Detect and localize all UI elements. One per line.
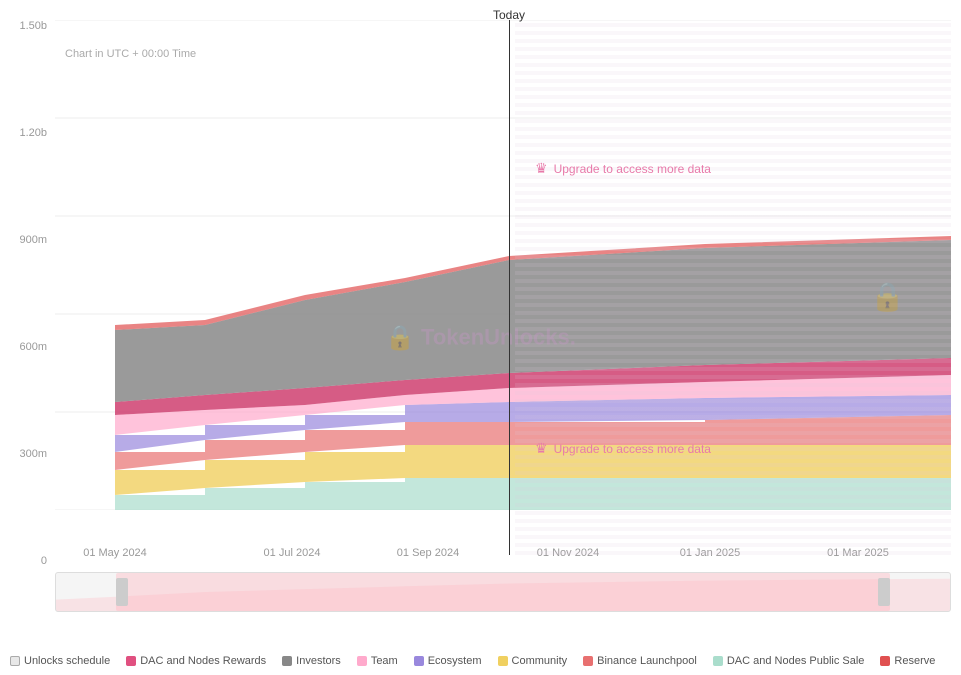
legend-label-community: Community	[512, 655, 568, 667]
legend-item-dac-rewards: DAC and Nodes Rewards	[126, 655, 266, 667]
legend-item-dac-public: DAC and Nodes Public Sale	[713, 655, 865, 667]
legend-dot-team	[357, 656, 367, 666]
crown-icon-top: ♛	[535, 160, 548, 177]
legend-label-unlocks: Unlocks schedule	[24, 655, 110, 667]
scrollbar-handle-left[interactable]	[116, 578, 128, 606]
legend-label-binance: Binance Launchpool	[597, 655, 697, 667]
watermark: 🔒 TokenUnlocks.	[385, 323, 576, 352]
watermark-lock-icon: 🔒	[385, 323, 415, 352]
lock-watermark-right: 🔒	[870, 280, 905, 313]
legend-dot-investors	[282, 656, 292, 666]
upgrade-top-box[interactable]: ♛ Upgrade to access more data	[535, 160, 711, 177]
scrollbar-area[interactable]	[55, 572, 951, 612]
crown-icon-bottom: ♛	[535, 440, 548, 457]
upgrade-bottom-box[interactable]: ♛ Upgrade to access more data	[535, 440, 711, 457]
y-label-120b: 1.20b	[19, 127, 47, 139]
y-label-300m: 300m	[19, 448, 47, 460]
legend-item-community: Community	[498, 655, 568, 667]
legend-item-ecosystem: Ecosystem	[414, 655, 482, 667]
legend-dot-unlocks	[10, 656, 20, 666]
legend-label-dac-rewards: DAC and Nodes Rewards	[140, 655, 266, 667]
legend-label-dac-public: DAC and Nodes Public Sale	[727, 655, 865, 667]
y-label-0: 0	[41, 555, 47, 567]
y-label-600m: 600m	[19, 341, 47, 353]
x-label-may2024: 01 May 2024	[83, 547, 147, 559]
legend-dot-dac-rewards	[126, 656, 136, 666]
x-label-sep2024: 01 Sep 2024	[397, 547, 459, 559]
legend-item-unlocks-schedule: Unlocks schedule	[10, 655, 110, 667]
y-label-150b: 1.50b	[19, 20, 47, 32]
legend-label-investors: Investors	[296, 655, 341, 667]
legend-item-binance: Binance Launchpool	[583, 655, 697, 667]
legend-dot-community	[498, 656, 508, 666]
legend-label-ecosystem: Ecosystem	[428, 655, 482, 667]
legend-item-team: Team	[357, 655, 398, 667]
upgrade-top-text: Upgrade to access more data	[554, 162, 711, 176]
legend-dot-dac-public	[713, 656, 723, 666]
x-label-jul2024: 01 Jul 2024	[264, 547, 321, 559]
legend-item-investors: Investors	[282, 655, 341, 667]
upgrade-bottom-text: Upgrade to access more data	[554, 442, 711, 456]
legend-dot-ecosystem	[414, 656, 424, 666]
legend: Unlocks schedule DAC and Nodes Rewards I…	[0, 655, 961, 667]
scrollbar-range	[116, 573, 890, 611]
scrollbar-handle-right[interactable]	[878, 578, 890, 606]
legend-label-reserve: Reserve	[894, 655, 935, 667]
legend-dot-reserve	[880, 656, 890, 666]
today-line	[509, 20, 510, 555]
y-label-900m: 900m	[19, 234, 47, 246]
chart-container: Chart in UTC + 00:00 Time Today 0 300m 6…	[0, 0, 961, 675]
legend-item-reserve: Reserve	[880, 655, 935, 667]
legend-label-team: Team	[371, 655, 398, 667]
y-axis: 0 300m 600m 900m 1.20b 1.50b	[0, 20, 55, 555]
legend-dot-binance	[583, 656, 593, 666]
watermark-text: TokenUnlocks.	[421, 325, 576, 351]
